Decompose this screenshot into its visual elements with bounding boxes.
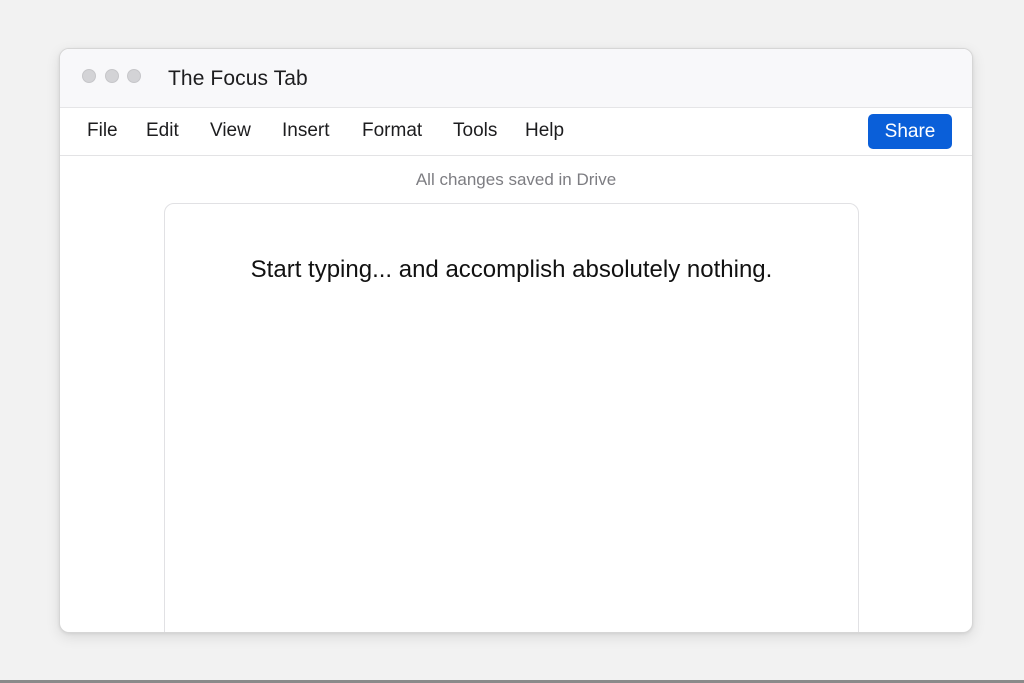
document-page[interactable]: Start typing... and accomplish absolutel…: [164, 203, 859, 632]
zoom-dot-icon[interactable]: [127, 69, 141, 83]
save-status: All changes saved in Drive: [415, 170, 617, 189]
window-title: The Focus Tab: [168, 67, 308, 90]
menu-item-format[interactable]: Format: [362, 120, 422, 142]
menu-item-file[interactable]: File: [87, 120, 118, 142]
menu-bar: File Edit View Insert Format Tools Help …: [60, 108, 972, 156]
close-dot-icon[interactable]: [82, 69, 96, 83]
menu-item-insert[interactable]: Insert: [282, 120, 330, 142]
menu-item-help[interactable]: Help: [525, 120, 564, 142]
app-window: The Focus Tab File Edit View Insert Form…: [59, 48, 973, 633]
menu-item-tools[interactable]: Tools: [453, 120, 497, 142]
document-text-area[interactable]: Start typing... and accomplish absolutel…: [165, 256, 858, 284]
title-bar: The Focus Tab: [60, 49, 972, 108]
menu-item-edit[interactable]: Edit: [146, 120, 179, 142]
share-button[interactable]: Share: [868, 114, 952, 149]
minimize-dot-icon[interactable]: [105, 69, 119, 83]
menu-item-view[interactable]: View: [210, 120, 251, 142]
